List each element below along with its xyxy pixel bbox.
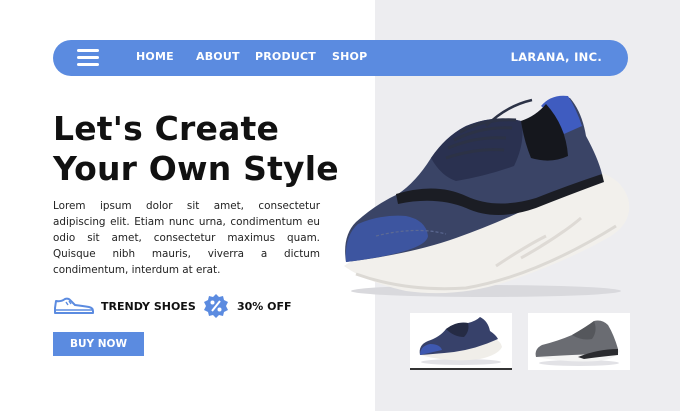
headline-line-2: Your Own Style (53, 149, 339, 188)
hero-sneaker-image (344, 95, 630, 297)
navigation-bar: HOME ABOUT PRODUCT SHOP LARANA, INC. (53, 40, 628, 76)
shoe-icon (54, 297, 94, 314)
percent-badge-icon (204, 294, 228, 318)
thumbnail-gray-sneaker[interactable] (528, 313, 630, 370)
nav-link-shop[interactable]: SHOP (332, 50, 367, 63)
nav-link-home[interactable]: HOME (136, 50, 174, 63)
brand-name: LARANA, INC. (510, 50, 602, 64)
feature-label-trendy-shoes: TRENDY SHOES (101, 300, 196, 313)
headline-line-1: Let's Create (53, 109, 280, 148)
nav-link-product[interactable]: PRODUCT (255, 50, 316, 63)
thumbnail-blue-sneaker-image (419, 317, 502, 365)
page-title: Let's Create Your Own Style (53, 109, 339, 189)
feature-trendy-shoes: TRENDY SHOES (53, 292, 196, 320)
feature-discount: 30% OFF (203, 292, 303, 320)
hamburger-menu-icon[interactable] (77, 49, 99, 67)
thumbnail-blue-sneaker[interactable] (410, 313, 512, 370)
buy-now-button[interactable]: BUY NOW (53, 332, 144, 356)
hero-description: Lorem ipsum dolor sit amet, consectetur … (53, 200, 320, 276)
feature-label-discount: 30% OFF (237, 300, 292, 313)
thumbnail-gray-sneaker-image (535, 320, 620, 366)
nav-link-about[interactable]: ABOUT (196, 50, 240, 63)
thumbnail-selected-indicator (410, 368, 512, 370)
